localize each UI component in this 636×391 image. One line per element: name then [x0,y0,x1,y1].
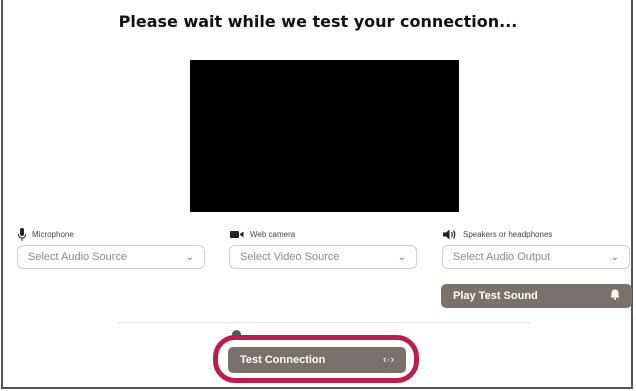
bell-icon [610,289,620,303]
speakers-label: Speakers or headphones [463,229,553,239]
audio-source-select[interactable]: Select Audio Source ⌄ [17,245,205,269]
highlight-ring [213,335,419,383]
audio-output-value: Select Audio Output [453,251,551,263]
chevron-down-icon: ⌄ [185,251,194,263]
camera-label-row: Web camera [230,226,295,242]
microphone-icon [18,227,26,241]
speaker-icon [443,229,457,240]
video-camera-icon [230,230,244,239]
chevron-down-icon: ⌄ [610,251,619,263]
camera-label: Web camera [250,229,296,239]
play-test-sound-label: Play Test Sound [453,290,538,302]
speakers-label-row: Speakers or headphones [443,226,552,242]
audio-output-select[interactable]: Select Audio Output ⌄ [442,245,630,269]
video-source-select[interactable]: Select Video Source ⌄ [229,245,417,269]
video-source-value: Select Video Source [240,251,340,263]
chevron-down-icon: ⌄ [397,251,406,263]
microphone-label-row: Microphone [18,226,74,242]
video-preview [190,60,459,212]
play-test-sound-button[interactable]: Play Test Sound [441,284,632,308]
page-title: Please wait while we test your connectio… [118,12,518,31]
divider [117,322,531,323]
microphone-label: Microphone [32,229,74,239]
audio-source-value: Select Audio Source [28,251,128,263]
